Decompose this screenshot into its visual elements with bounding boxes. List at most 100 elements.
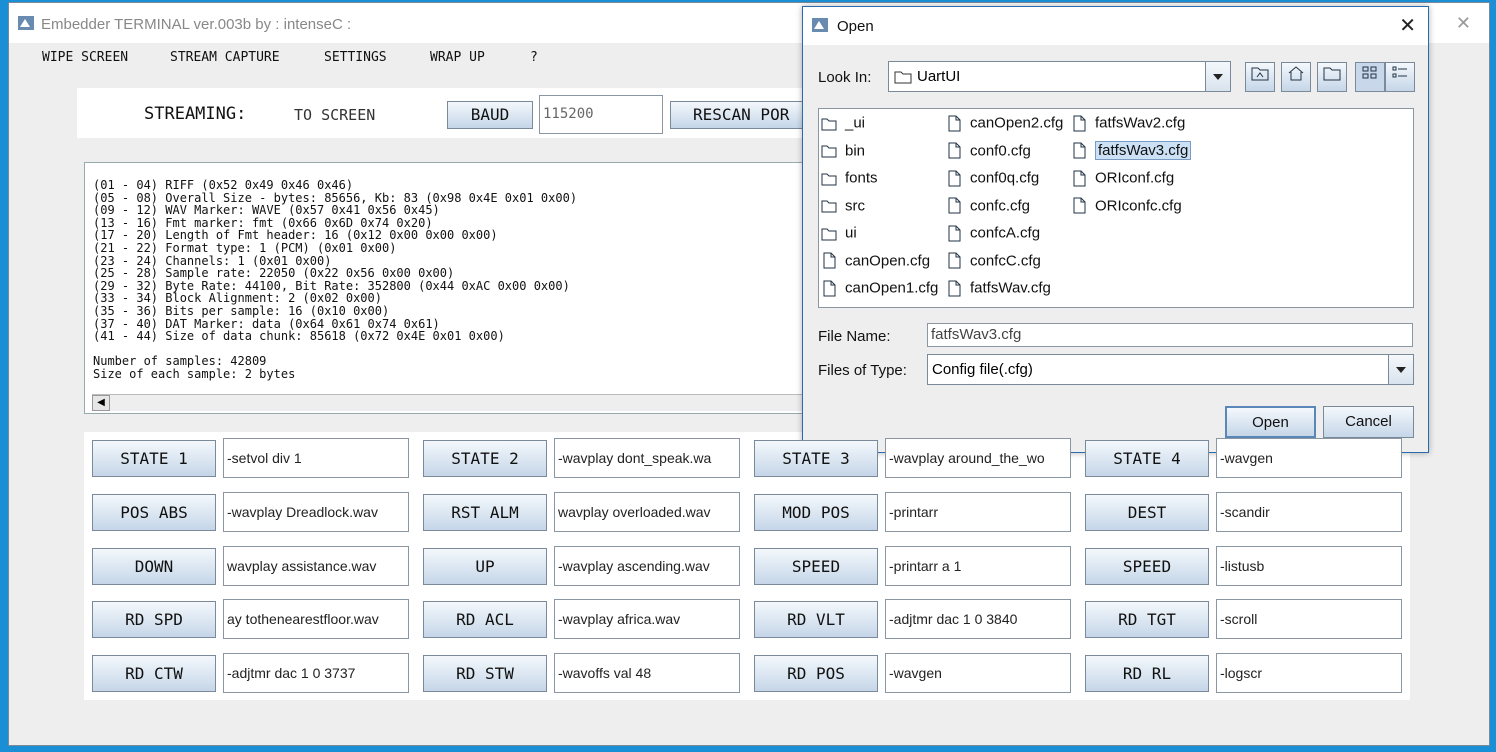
state-button[interactable]: DEST [1085,494,1209,531]
java-app-icon [18,16,34,30]
command-field[interactable]: -listusb [1216,546,1402,586]
menu-settings[interactable]: SETTINGS [324,50,387,65]
scroll-left-arrow-icon[interactable]: ◀ [92,395,110,411]
file-name-text: ui [845,224,857,242]
window-title: Embedder TERMINAL ver.003b by : intenseC… [41,16,352,33]
file-name-text: src [845,197,865,215]
state-button[interactable]: UP [423,548,547,585]
state-button[interactable]: RST ALM [423,494,547,531]
folder-icon [821,145,837,158]
file-item[interactable]: conf0.cfg [946,142,1031,164]
state-button[interactable]: RD RL [1085,655,1209,692]
state-button[interactable]: STATE 4 [1085,440,1209,477]
up-folder-icon[interactable] [1245,62,1275,92]
command-field[interactable]: -wavplay dont_speak.wa [554,438,740,478]
window-close-button[interactable]: ✕ [1456,13,1471,34]
command-field[interactable]: ay tothenearestfloor.wav [223,599,409,639]
new-folder-icon[interactable] [1317,62,1347,92]
menu-wipe-screen[interactable]: WIPE SCREEN [42,50,128,65]
state-button[interactable]: SPEED [754,548,878,585]
file-icon [948,252,961,269]
baud-button[interactable]: BAUD [447,101,533,129]
command-field[interactable]: -printarr [885,492,1071,532]
file-item[interactable]: confcA.cfg [946,224,1040,246]
file-name-text: conf0.cfg [970,142,1031,160]
state-button[interactable]: MOD POS [754,494,878,531]
state-button[interactable]: RD CTW [92,655,216,692]
details-view-icon[interactable] [1385,62,1415,92]
command-field[interactable]: -wavplay ascending.wav [554,546,740,586]
file-item[interactable]: fatfsWav2.cfg [1071,114,1185,136]
file-name-text: confc.cfg [970,197,1031,215]
state-button[interactable]: RD VLT [754,601,878,638]
cancel-button[interactable]: Cancel [1323,406,1414,438]
folder-icon [821,228,837,241]
command-field[interactable]: -wavoffs val 48 [554,653,740,693]
log-line: (25 - 28) Sample rate: 22050 (0x22 0x56 … [93,266,455,281]
file-item[interactable]: canOpen1.cfg [821,279,938,301]
command-field[interactable]: -wavplay africa.wav [554,599,740,639]
command-field[interactable]: -setvol div 1 [223,438,409,478]
file-item[interactable]: fatfsWav.cfg [946,279,1051,301]
state-button[interactable]: STATE 2 [423,440,547,477]
file-item[interactable]: ORIconfc.cfg [1071,197,1182,219]
folder-item[interactable]: ui [821,224,857,246]
state-button[interactable]: POS ABS [92,494,216,531]
file-item[interactable]: fatfsWav3.cfg [1071,141,1192,164]
state-button[interactable]: RD SPD [92,601,216,638]
command-field[interactable]: -wavgen [1216,438,1402,478]
file-item[interactable]: conf0q.cfg [946,169,1039,191]
state-button[interactable]: DOWN [92,548,216,585]
state-button[interactable]: SPEED [1085,548,1209,585]
file-item[interactable]: canOpen.cfg [821,252,930,274]
file-icon [823,280,836,297]
command-field[interactable]: wavplay assistance.wav [223,546,409,586]
command-field[interactable]: -scandir [1216,492,1402,532]
file-name-text: ORIconf.cfg [1095,169,1175,187]
menu-stream-capture[interactable]: STREAM CAPTURE [170,50,280,65]
state-button[interactable]: RD TGT [1085,601,1209,638]
file-item[interactable]: confcC.cfg [946,252,1041,274]
state-button[interactable]: STATE 3 [754,440,878,477]
state-button[interactable]: RD POS [754,655,878,692]
file-item[interactable]: ORIconf.cfg [1071,169,1174,191]
command-field[interactable]: wavplay overloaded.wav [554,492,740,532]
rescan-ports-button[interactable]: RESCAN POR [670,101,805,129]
command-field[interactable]: -wavgen [885,653,1071,693]
file-name-text: fonts [845,169,878,187]
state-button[interactable]: RD ACL [423,601,547,638]
command-field[interactable]: -scroll [1216,599,1402,639]
dialog-title: Open [837,18,874,35]
home-icon[interactable] [1281,62,1311,92]
open-button[interactable]: Open [1225,406,1316,438]
log-line: (09 - 12) WAV Marker: WAVE (0x57 0x41 0x… [93,203,440,218]
command-field[interactable]: -wavplay around_the_wo [885,438,1071,478]
command-field[interactable]: -adjtmr dac 1 0 3737 [223,653,409,693]
file-item[interactable]: confc.cfg [946,197,1030,219]
command-field[interactable]: -wavplay Dreadlock.wav [223,492,409,532]
chevron-down-icon[interactable] [1205,62,1230,91]
folder-item[interactable]: fonts [821,169,878,191]
menu-help[interactable]: ? [530,50,538,65]
log-line: Size of each sample: 2 bytes [93,366,296,381]
files-of-type-combo[interactable]: Config file(.cfg) [927,354,1414,385]
folder-item[interactable]: _ui [821,114,865,136]
file-icon [823,252,836,269]
file-name-field[interactable]: fatfsWav3.cfg [927,323,1413,347]
dialog-close-button[interactable]: ✕ [1399,13,1416,38]
baud-rate-field[interactable]: 115200 [539,95,663,134]
command-field[interactable]: -printarr a 1 [885,546,1071,586]
state-button[interactable]: STATE 1 [92,440,216,477]
look-in-combo[interactable]: UartUI [888,61,1231,92]
command-field[interactable]: -adjtmr dac 1 0 3840 [885,599,1071,639]
command-field[interactable]: -logscr [1216,653,1402,693]
state-button[interactable]: RD STW [423,655,547,692]
menu-wrap-up[interactable]: WRAP UP [430,50,485,65]
folder-item[interactable]: bin [821,142,865,164]
folder-item[interactable]: src [821,197,865,219]
file-item[interactable]: canOpen2.cfg [946,114,1063,136]
horizontal-scrollbar[interactable]: ◀ [92,394,824,411]
chevron-down-icon[interactable] [1388,355,1413,384]
list-view-icon[interactable] [1355,62,1385,92]
file-list[interactable]: _uibin fonts src ui canOpen.cfg canOpen1.cfg c… [818,108,1414,308]
